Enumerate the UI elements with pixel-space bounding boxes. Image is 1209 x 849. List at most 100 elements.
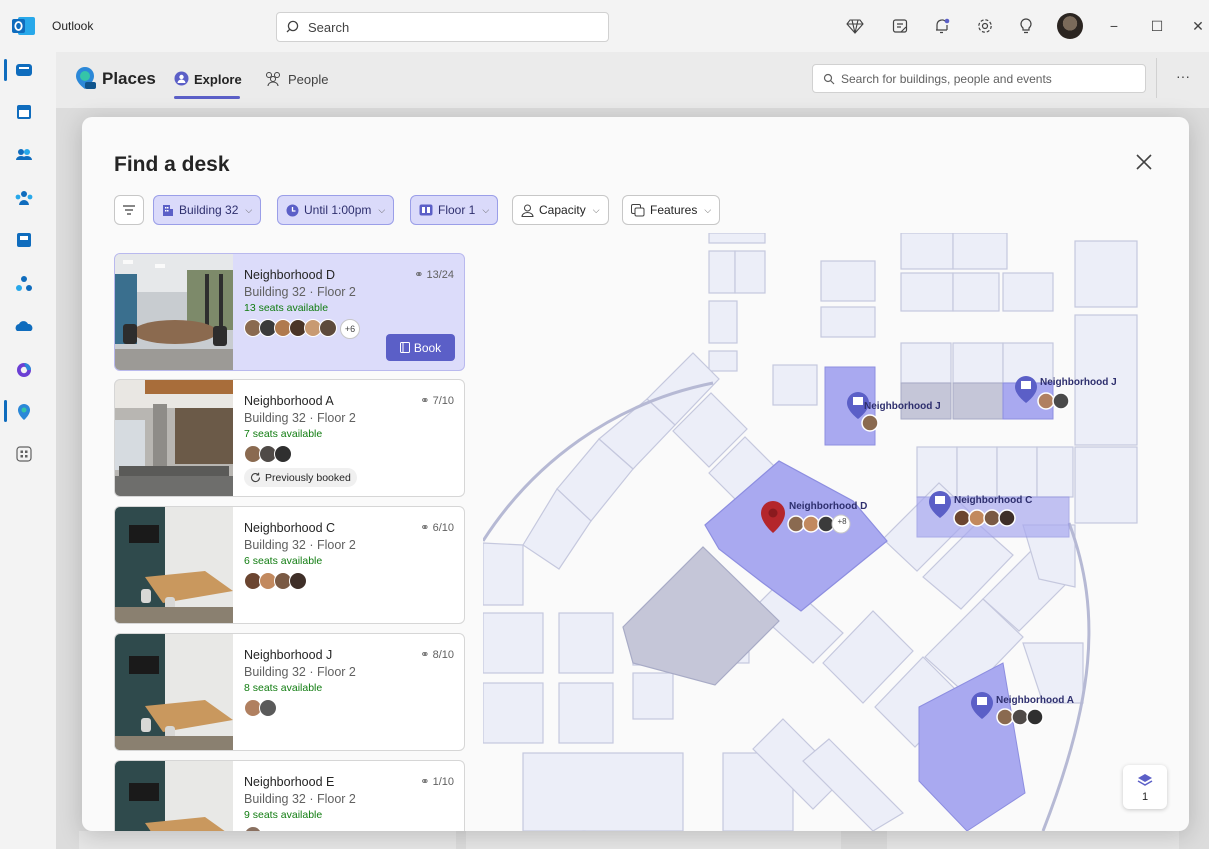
seats-available: 6 seats available	[244, 555, 323, 567]
more-attendees-count[interactable]: +6	[340, 319, 360, 339]
filter-floor-label: Floor 1	[438, 203, 476, 217]
onedrive-icon[interactable]	[14, 316, 34, 336]
filter-building-dropdown[interactable]: Building 32 ⌵	[153, 195, 262, 225]
neighborhood-name: Neighborhood E	[244, 775, 335, 789]
tips-lightbulb-icon[interactable]	[1017, 17, 1035, 35]
capacity-value: 6/10	[432, 522, 454, 534]
attendee-avatars	[244, 572, 307, 592]
neighborhood-card[interactable]: Neighborhood E Building 32 · Floor 2 9 s…	[114, 760, 465, 831]
neighborhood-name: Neighborhood C	[244, 521, 336, 535]
person-icon	[521, 204, 534, 217]
neighborhood-card[interactable]: Neighborhood C Building 32 · Floor 2 6 s…	[114, 506, 465, 624]
floor-map[interactable]	[483, 233, 1189, 831]
background-card-middle	[466, 831, 841, 849]
neighborhood-name: Neighborhood A	[244, 394, 334, 408]
more-options-button[interactable]: ···	[1176, 68, 1190, 84]
capacity-value: 13/24	[426, 269, 454, 281]
close-window-button[interactable]: ✕	[1187, 15, 1209, 37]
places-search-input[interactable]: Search for buildings, people and events	[812, 64, 1146, 93]
capacity-count: ⚭ 7/10	[420, 395, 454, 407]
filter-features-dropdown[interactable]: Features ⌵	[622, 195, 721, 225]
tab-people-label: People	[288, 72, 329, 87]
history-icon	[250, 472, 261, 483]
close-icon[interactable]	[1133, 151, 1155, 173]
tab-explore[interactable]: Explore	[174, 71, 242, 87]
neighborhood-card[interactable]: Neighborhood D Building 32 · Floor 2 13 …	[114, 253, 465, 371]
notifications-bell-icon[interactable]	[933, 17, 951, 35]
capacity-count: ⚭ 6/10	[420, 522, 454, 534]
seats-available: 13 seats available	[244, 302, 329, 314]
chevron-down-icon: ⌵	[245, 204, 253, 215]
previously-booked-label: Previously booked	[265, 471, 351, 484]
filter-features-label: Features	[650, 203, 698, 217]
seats-available: 9 seats available	[244, 809, 323, 821]
attendee-avatars	[244, 699, 277, 719]
neighborhood-location: Building 32 · Floor 2	[244, 411, 356, 425]
neighborhood-photo	[115, 380, 233, 496]
filter-toggle-button[interactable]	[114, 195, 144, 225]
minimize-button[interactable]: −	[1103, 15, 1125, 37]
attendee-avatars: +6	[244, 319, 360, 339]
notes-icon[interactable]	[891, 17, 909, 35]
groups-icon[interactable]	[14, 188, 34, 208]
copilot-icon[interactable]	[14, 360, 34, 380]
chevron-down-icon: ⌵	[378, 204, 386, 215]
explore-icon	[174, 71, 189, 86]
capacity-value: 7/10	[432, 395, 454, 407]
tab-people[interactable]: People	[264, 72, 328, 87]
user-avatar[interactable]	[1057, 13, 1083, 39]
search-icon	[823, 73, 835, 85]
places-title: Places	[102, 69, 156, 88]
seats-available: 8 seats available	[244, 682, 323, 694]
neighborhood-photo	[115, 507, 233, 623]
mail-icon[interactable]	[14, 60, 34, 80]
places-header: Places Explore People Search for buildin…	[56, 52, 1209, 108]
book-button[interactable]: Book	[386, 334, 455, 361]
background-card-left	[79, 831, 456, 849]
places-search-placeholder: Search for buildings, people and events	[841, 72, 1052, 86]
avatar	[274, 445, 292, 463]
header-divider	[1156, 58, 1157, 98]
dialog-title: Find a desk	[114, 153, 230, 176]
filter-icon	[123, 205, 135, 215]
premium-diamond-icon[interactable]	[846, 17, 864, 35]
filter-time-dropdown[interactable]: Until 1:00pm ⌵	[277, 195, 395, 225]
chevron-down-icon: ⌵	[482, 204, 490, 215]
places-icon[interactable]	[14, 402, 34, 422]
map-label-neighborhood-d: Neighborhood D	[789, 501, 868, 512]
filter-floor-dropdown[interactable]: Floor 1 ⌵	[410, 195, 499, 225]
neighborhood-card[interactable]: Neighborhood A Building 32 · Floor 2 7 s…	[114, 379, 465, 497]
app-name: Outlook	[52, 19, 94, 33]
places-logo-icon	[76, 67, 96, 89]
avatar	[319, 319, 337, 337]
outlook-logo-icon	[12, 17, 35, 35]
neighborhood-photo	[115, 254, 233, 370]
settings-gear-icon[interactable]	[976, 17, 994, 35]
app-rail	[0, 52, 48, 849]
neighborhood-card[interactable]: Neighborhood J Building 32 · Floor 2 8 s…	[114, 633, 465, 751]
floor-layer-button[interactable]: 1	[1123, 765, 1167, 809]
attendee-avatars	[244, 445, 292, 465]
maximize-button[interactable]: ☐	[1146, 15, 1168, 37]
tab-explore-underline	[174, 96, 240, 99]
filter-capacity-label: Capacity	[539, 203, 586, 217]
neighborhood-name: Neighborhood D	[244, 268, 336, 282]
org-explorer-icon[interactable]	[14, 274, 34, 294]
filter-time-label: Until 1:00pm	[304, 203, 372, 217]
map-label-neighborhood-c: Neighborhood C	[954, 495, 1033, 506]
search-placeholder: Search	[308, 20, 350, 35]
book-button-label: Book	[413, 340, 442, 355]
more-apps-icon[interactable]	[14, 444, 34, 464]
capacity-count: ⚭ 13/24	[414, 269, 454, 281]
chevron-down-icon: ⌵	[704, 204, 712, 215]
map-label-neighborhood-j: Neighborhood J	[1040, 377, 1117, 388]
rail-active-indicator	[4, 59, 7, 81]
todo-icon[interactable]	[14, 230, 34, 250]
clock-icon	[286, 204, 299, 216]
filter-capacity-dropdown[interactable]: Capacity ⌵	[512, 195, 609, 225]
search-input[interactable]: Search	[276, 12, 609, 42]
people-icon[interactable]	[14, 144, 34, 164]
avatar	[244, 826, 262, 831]
map-more-attendees: +8	[837, 517, 847, 526]
calendar-icon[interactable]	[14, 102, 34, 122]
